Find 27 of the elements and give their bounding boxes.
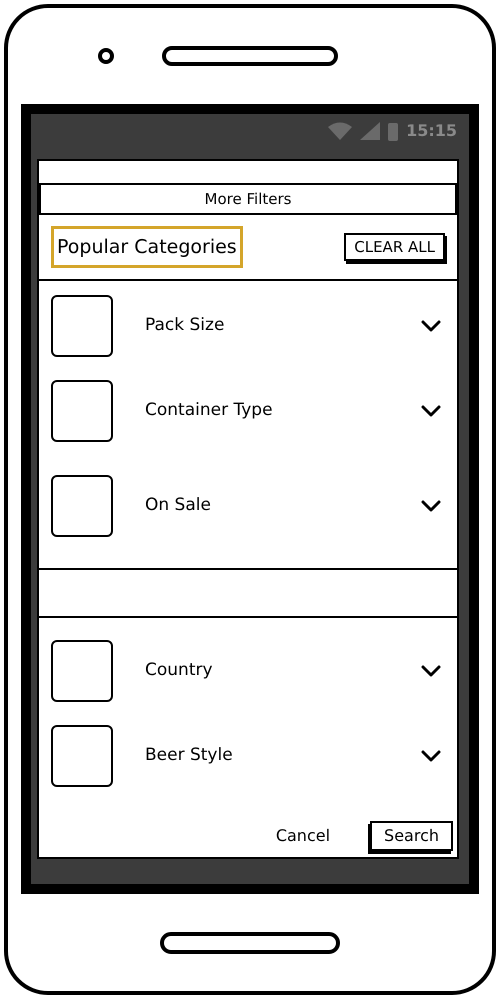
filter-label: Country — [145, 658, 214, 682]
filter-label: Container Type — [145, 398, 274, 422]
clock-time: 15:15 — [406, 120, 457, 142]
chevron-down-icon — [421, 320, 441, 332]
camera-icon — [98, 48, 114, 64]
chevron-down-icon — [421, 404, 441, 416]
dialog-title: More Filters — [204, 188, 292, 210]
speaker-icon — [162, 46, 338, 66]
checkbox[interactable] — [51, 640, 113, 702]
section-title: Popular Categories — [51, 226, 243, 268]
chevron-down-icon — [421, 664, 441, 676]
filter-label: Beer Style — [145, 744, 234, 767]
wifi-icon — [328, 122, 352, 140]
filter-label: Pack Size — [145, 314, 226, 337]
cancel-button[interactable]: Cancel — [276, 824, 330, 848]
search-button[interactable]: Search — [370, 821, 453, 851]
checkbox[interactable] — [51, 294, 113, 356]
filter-label: On Sale — [145, 494, 212, 517]
clear-all-button[interactable]: CLEAR ALL — [344, 232, 445, 262]
battery-icon — [388, 121, 398, 141]
checkbox[interactable] — [51, 380, 113, 442]
chevron-down-icon — [421, 750, 441, 762]
home-button[interactable] — [160, 932, 340, 954]
checkbox[interactable] — [51, 724, 113, 786]
chevron-down-icon — [421, 500, 441, 512]
checkbox[interactable] — [51, 474, 113, 536]
signal-icon — [360, 122, 380, 140]
